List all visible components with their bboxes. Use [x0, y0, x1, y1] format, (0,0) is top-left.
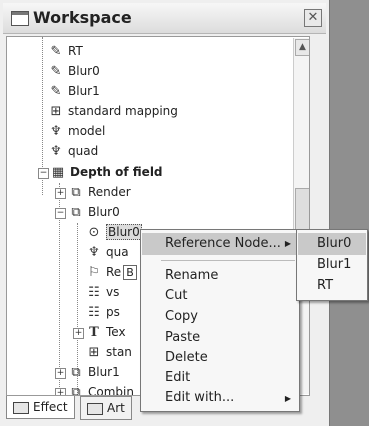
tooltip-fragment: B — [123, 265, 137, 280]
menu-item-edit-with[interactable]: Edit with... — [165, 388, 234, 408]
submenu-item-blur0[interactable]: Blur0 — [317, 234, 351, 254]
window-icon — [11, 11, 29, 26]
tree-item-depth-of-field[interactable]: ▦ Depth of field — [49, 162, 163, 182]
model-icon: ♆ — [50, 124, 62, 139]
texture-icon: T — [89, 325, 99, 340]
tree-item-blur0-reference[interactable]: ⊙ Blur0 — [85, 222, 142, 242]
menu-item-rename[interactable]: Rename — [165, 266, 218, 286]
tree-item-standard-mapping[interactable]: ⊞ standard mapping — [47, 101, 178, 121]
reference-node-submenu: Blur0 Blur1 RT — [296, 229, 368, 301]
tree-item-blur1[interactable]: ✎ Blur1 — [47, 81, 100, 101]
reference-node-icon: ⊙ — [88, 225, 100, 240]
pencil-icon: ✎ — [50, 64, 62, 79]
collapse-toggle[interactable]: − — [55, 208, 66, 219]
expand-toggle[interactable]: + — [73, 328, 84, 339]
tree-item-standard-mapping-child[interactable]: ⊞ stan — [85, 342, 132, 362]
tab-art[interactable]: Art — [80, 396, 132, 420]
menu-item-reference-node[interactable]: Reference Node... — [165, 234, 281, 254]
tree-item-render[interactable]: ⧉ Render — [67, 182, 130, 202]
pencil-icon: ✎ — [50, 84, 62, 99]
pencil-icon: ✎ — [50, 44, 62, 59]
tree-item-quad[interactable]: ♆ quad — [47, 141, 98, 161]
pass-icon: ⧉ — [71, 385, 81, 396]
tree-item-blur0-pass[interactable]: ⧉ Blur0 — [67, 202, 119, 222]
tree-item-quad-child[interactable]: ♆ qua — [85, 242, 128, 262]
tab-effect[interactable]: Effect — [6, 396, 75, 419]
collapse-toggle[interactable]: − — [38, 168, 49, 179]
tree-item-vs[interactable]: ☷ vs — [85, 282, 119, 302]
close-button[interactable]: ✕ — [304, 9, 322, 27]
expand-toggle[interactable]: + — [55, 388, 66, 395]
tree-item-combine[interactable]: ⧉ Combin — [67, 382, 134, 396]
submenu-item-blur1[interactable]: Blur1 — [317, 255, 351, 275]
submenu-arrow-icon: ▶ — [284, 239, 291, 248]
expand-toggle[interactable]: + — [55, 188, 66, 199]
tree-item-rt[interactable]: ✎ RT — [47, 41, 83, 61]
model-icon: ♆ — [50, 144, 62, 159]
tree-item-blur0[interactable]: ✎ Blur0 — [47, 61, 100, 81]
shader-icon: ☷ — [88, 305, 100, 320]
shader-icon: ☷ — [88, 285, 100, 300]
menu-item-copy[interactable]: Copy — [165, 307, 198, 327]
art-tab-icon — [87, 402, 103, 415]
menu-item-paste[interactable]: Paste — [165, 328, 200, 348]
submenu-item-rt[interactable]: RT — [317, 276, 333, 296]
mapping-icon: ⊞ — [88, 345, 100, 360]
flag-icon: ⚐ — [88, 265, 100, 280]
effect-tab-icon — [13, 401, 29, 414]
expand-toggle[interactable]: + — [55, 368, 66, 379]
menu-item-cut[interactable]: Cut — [165, 286, 187, 306]
tree-item-ps[interactable]: ☷ ps — [85, 302, 120, 322]
tree-item-texture[interactable]: T Tex — [85, 322, 125, 342]
tree-item-blur1-pass[interactable]: ⧉ Blur1 — [67, 362, 119, 382]
pass-icon: ⧉ — [71, 365, 81, 380]
menu-item-edit[interactable]: Edit — [165, 368, 190, 388]
menu-item-delete[interactable]: Delete — [165, 348, 208, 368]
model-icon: ♆ — [88, 245, 100, 260]
pass-icon: ⧉ — [71, 205, 81, 220]
window-title: Workspace — [33, 8, 132, 27]
mapping-icon: ⊞ — [50, 104, 62, 119]
effect-icon: ▦ — [51, 165, 65, 180]
menu-separator — [161, 260, 295, 261]
title-bar: Workspace ✕ — [3, 3, 326, 34]
submenu-arrow-icon: ▶ — [284, 394, 291, 403]
context-menu: Reference Node... ▶ Rename Cut Copy Past… — [140, 229, 300, 412]
tree-item-model[interactable]: ♆ model — [47, 121, 105, 141]
scroll-up-arrow-icon[interactable]: ▲ — [295, 39, 309, 56]
pass-icon: ⧉ — [71, 185, 81, 200]
tree-item-render-state[interactable]: ⚐ Re B — [85, 262, 137, 282]
